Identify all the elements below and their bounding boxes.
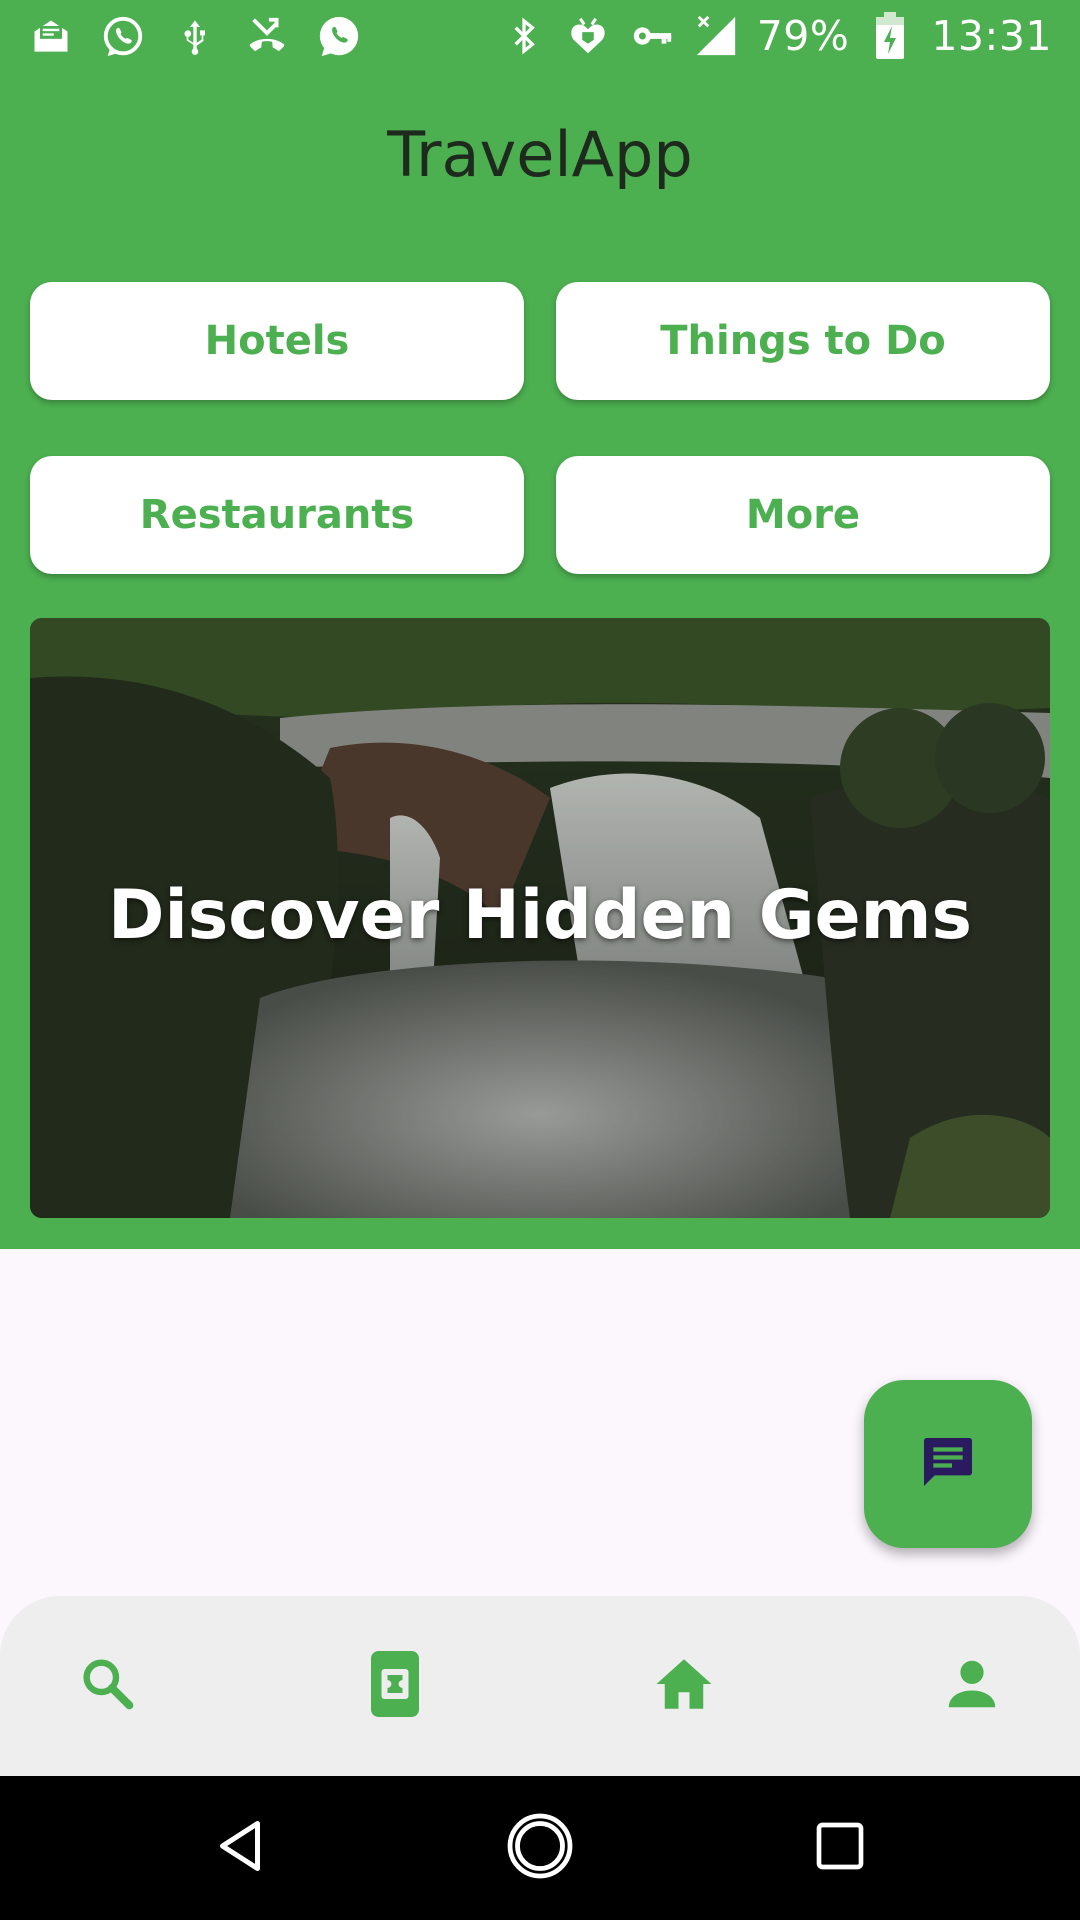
key-icon (629, 13, 675, 59)
more-button[interactable]: More (556, 456, 1050, 574)
clock: 13:31 (931, 12, 1052, 60)
nav-profile[interactable] (932, 1646, 1012, 1726)
bottom-navigation (0, 1596, 1080, 1776)
nav-search[interactable] (68, 1646, 148, 1726)
bluetooth-icon (501, 13, 547, 59)
restaurants-button[interactable]: Restaurants (30, 456, 524, 574)
app-title: TravelApp (387, 118, 693, 191)
recents-icon (812, 1818, 868, 1879)
nav-bookings[interactable] (355, 1646, 435, 1726)
battery-percent: 79% (756, 12, 850, 60)
missed-call-icon (244, 14, 290, 60)
person-icon (941, 1653, 1003, 1720)
system-home-button[interactable] (500, 1808, 580, 1888)
home-circle-icon (504, 1810, 576, 1887)
whatsapp-icon (100, 14, 146, 60)
heart-shield-icon (565, 13, 611, 59)
hero-title: Discover Hidden Gems (108, 876, 972, 955)
things-to-do-button[interactable]: Things to Do (556, 282, 1050, 400)
back-icon (210, 1816, 270, 1881)
battery-charging-icon (867, 12, 913, 59)
mail-icon (28, 14, 74, 60)
system-recents-button[interactable] (800, 1808, 880, 1888)
status-bar-system: 79% 13:31 (501, 12, 1052, 60)
chat-fab[interactable] (864, 1380, 1032, 1548)
signal-icon (693, 13, 739, 59)
home-icon (651, 1651, 717, 1722)
usb-icon (172, 14, 218, 60)
whatsapp-icon (316, 14, 362, 60)
search-icon (76, 1652, 140, 1721)
hotels-button[interactable]: Hotels (30, 282, 524, 400)
header-section: TravelApp Hotels Things to Do Restaurant… (0, 74, 1080, 1249)
hero-card[interactable]: Discover Hidden Gems (30, 618, 1050, 1218)
status-bar: 79% 13:31 (0, 0, 1080, 74)
status-bar-notifications (28, 14, 362, 60)
system-back-button[interactable] (200, 1808, 280, 1888)
ticket-icon (367, 1648, 423, 1725)
nav-home[interactable] (644, 1646, 724, 1726)
chat-icon (916, 1430, 980, 1499)
system-navigation-bar (0, 1776, 1080, 1920)
